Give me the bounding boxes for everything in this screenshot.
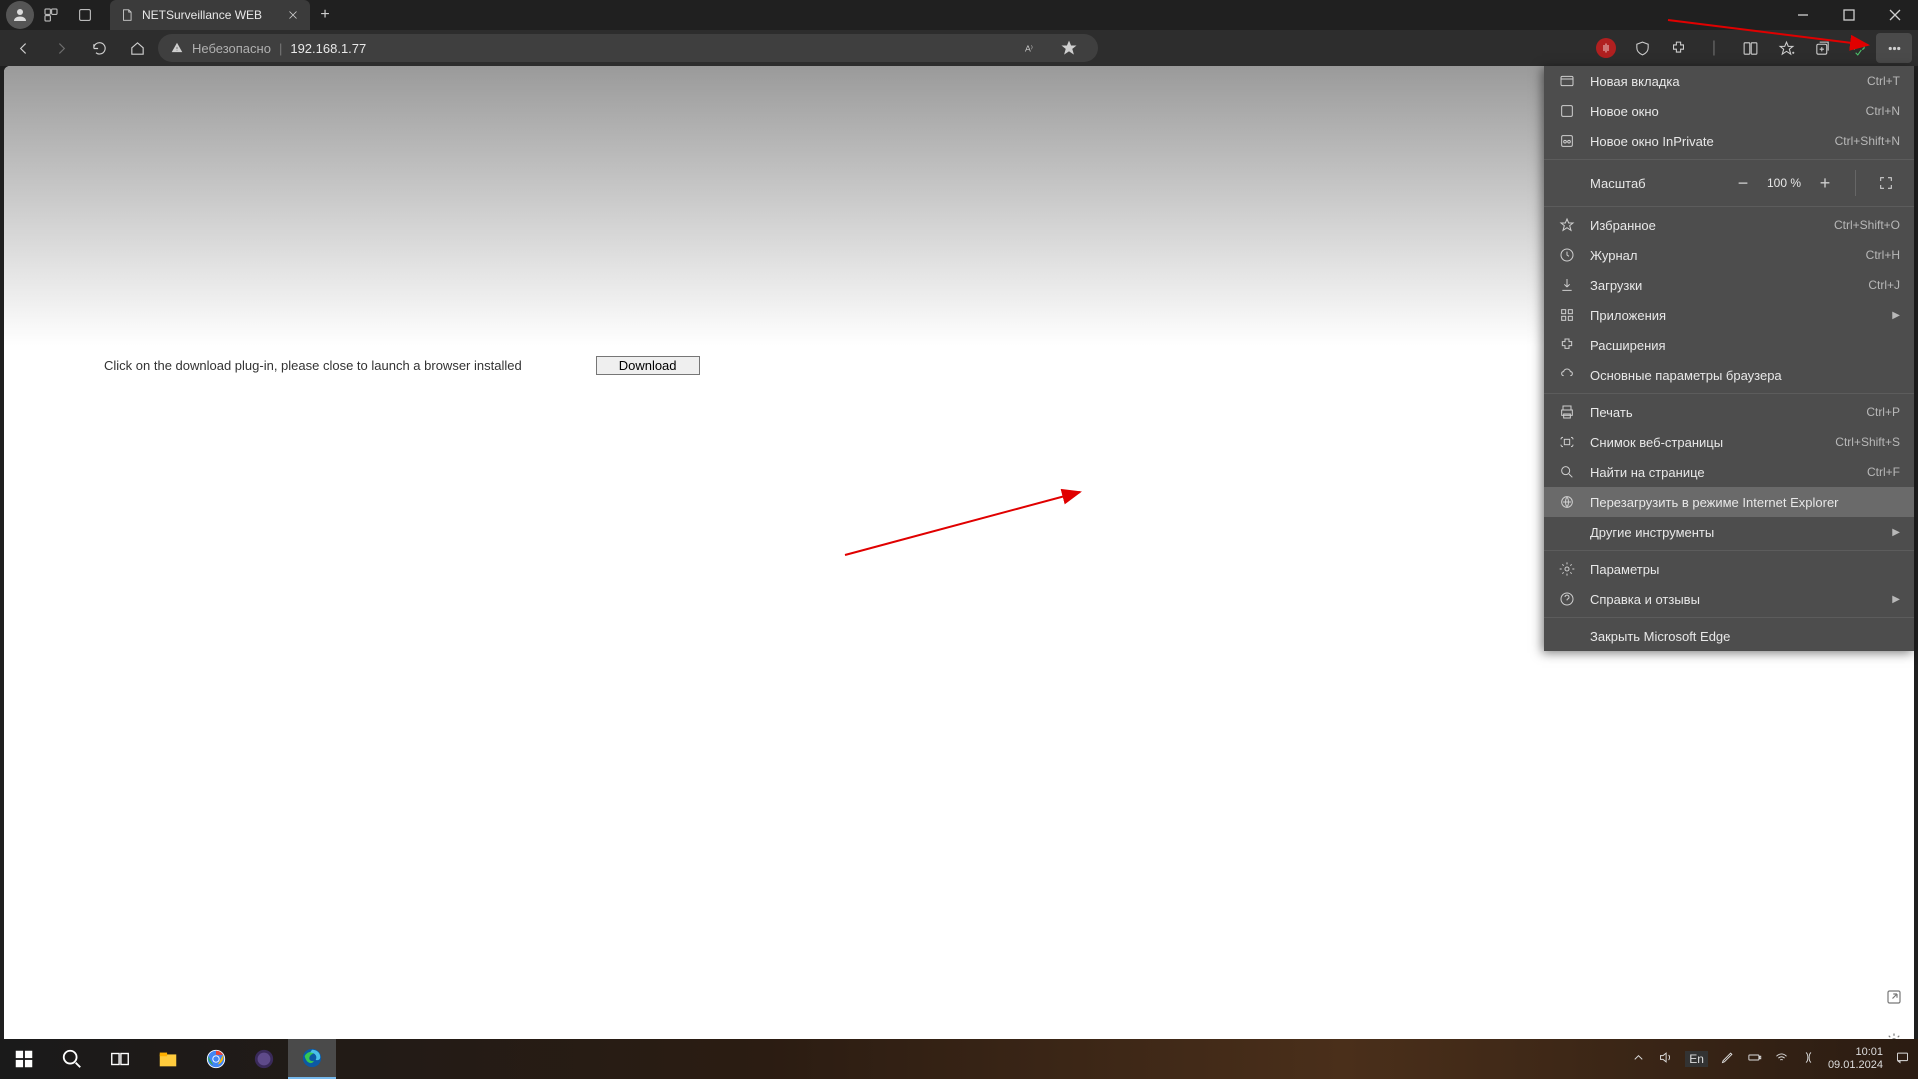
fullscreen-button[interactable]: [1872, 169, 1900, 197]
file-explorer-icon[interactable]: [144, 1039, 192, 1079]
collections-icon[interactable]: [1804, 33, 1840, 63]
windows-taskbar: En 10:01 09.01.2024: [0, 1039, 1918, 1079]
open-external-icon[interactable]: [1882, 985, 1906, 1009]
system-tray: En 10:01 09.01.2024: [1631, 1046, 1918, 1072]
menu-find[interactable]: Найти на странице Ctrl+F: [1544, 457, 1914, 487]
back-button[interactable]: [6, 33, 40, 63]
menu-web-capture[interactable]: Снимок веб-страницы Ctrl+Shift+S: [1544, 427, 1914, 457]
menu-downloads[interactable]: Загрузки Ctrl+J: [1544, 270, 1914, 300]
adblock-icon[interactable]: [1588, 33, 1624, 63]
tab-title: NETSurveillance WEB: [142, 8, 278, 22]
more-menu-button[interactable]: [1876, 33, 1912, 63]
page-icon: [120, 8, 134, 22]
tab-actions-icon[interactable]: [68, 0, 102, 30]
tray-language[interactable]: En: [1685, 1051, 1708, 1067]
menu-new-inprivate[interactable]: Новое окно InPrivate Ctrl+Shift+N: [1544, 126, 1914, 156]
chevron-right-icon: ▶: [1892, 310, 1900, 321]
menu-browser-essentials[interactable]: Основные параметры браузера: [1544, 360, 1914, 390]
tray-battery-icon[interactable]: [1747, 1050, 1762, 1068]
not-secure-icon: [170, 41, 184, 55]
chevron-right-icon: ▶: [1892, 594, 1900, 605]
menu-new-window[interactable]: Новое окно Ctrl+N: [1544, 96, 1914, 126]
browser-menu: Новая вкладка Ctrl+T Новое окно Ctrl+N Н…: [1544, 66, 1914, 651]
menu-history[interactable]: Журнал Ctrl+H: [1544, 240, 1914, 270]
forward-button[interactable]: [44, 33, 78, 63]
address-toolbar: Небезопасно | 192.168.1.77 A⁾ |: [0, 30, 1918, 66]
profile-avatar[interactable]: [6, 1, 34, 29]
read-aloud-icon[interactable]: A⁾: [1014, 33, 1048, 63]
favorite-star-icon[interactable]: [1052, 33, 1086, 63]
search-button[interactable]: [48, 1039, 96, 1079]
menu-reload-ie-mode[interactable]: Перезагрузить в режиме Internet Explorer: [1544, 487, 1914, 517]
address-input[interactable]: Небезопасно | 192.168.1.77 A⁾: [158, 34, 1098, 62]
maximize-button[interactable]: [1826, 0, 1872, 30]
menu-settings[interactable]: Параметры: [1544, 554, 1914, 584]
svg-text:A⁾: A⁾: [1025, 43, 1033, 53]
firefox-icon[interactable]: [240, 1039, 288, 1079]
menu-help[interactable]: Справка и отзывы ▶: [1544, 584, 1914, 614]
edge-icon[interactable]: [288, 1039, 336, 1079]
window-controls: [1780, 0, 1918, 30]
extensions-icon[interactable]: [1660, 33, 1696, 63]
favorites-bar-icon[interactable]: [1768, 33, 1804, 63]
close-window-button[interactable]: [1872, 0, 1918, 30]
menu-zoom: Масштаб − 100 % +: [1544, 163, 1914, 203]
menu-new-tab[interactable]: Новая вкладка Ctrl+T: [1544, 66, 1914, 96]
split-screen-icon[interactable]: [1732, 33, 1768, 63]
chrome-icon[interactable]: [192, 1039, 240, 1079]
menu-favorites[interactable]: Избранное Ctrl+Shift+O: [1544, 210, 1914, 240]
chevron-right-icon: ▶: [1892, 527, 1900, 538]
tracking-shield-icon[interactable]: [1624, 33, 1660, 63]
browser-tab[interactable]: NETSurveillance WEB: [110, 0, 310, 30]
home-button[interactable]: [120, 33, 154, 63]
start-button[interactable]: [0, 1039, 48, 1079]
security-label: Небезопасно: [192, 41, 271, 56]
plugin-instruction-text: Click on the download plug-in, please cl…: [104, 358, 522, 373]
tray-volume-icon[interactable]: [1658, 1050, 1673, 1068]
menu-extensions[interactable]: Расширения: [1544, 330, 1914, 360]
tray-wifi-icon[interactable]: [1774, 1050, 1789, 1068]
zoom-out-button[interactable]: −: [1729, 169, 1757, 197]
tray-connect-icon[interactable]: [1801, 1050, 1816, 1068]
tray-notifications-icon[interactable]: [1895, 1050, 1910, 1068]
close-tab-icon[interactable]: [286, 8, 300, 22]
task-view-button[interactable]: [96, 1039, 144, 1079]
new-tab-button[interactable]: +: [310, 6, 340, 24]
tray-clock[interactable]: 10:01 09.01.2024: [1828, 1046, 1883, 1072]
workspaces-icon[interactable]: [34, 0, 68, 30]
browser-essentials-icon[interactable]: [1840, 33, 1876, 63]
tray-pen-icon[interactable]: [1720, 1050, 1735, 1068]
titlebar: NETSurveillance WEB +: [0, 0, 1918, 30]
zoom-in-button[interactable]: +: [1811, 169, 1839, 197]
menu-print[interactable]: Печать Ctrl+P: [1544, 397, 1914, 427]
menu-close-edge[interactable]: Закрыть Microsoft Edge: [1544, 621, 1914, 651]
minimize-button[interactable]: [1780, 0, 1826, 30]
refresh-button[interactable]: [82, 33, 116, 63]
url-text: 192.168.1.77: [290, 41, 366, 56]
tray-chevron-icon[interactable]: [1631, 1050, 1646, 1068]
menu-more-tools[interactable]: Другие инструменты ▶: [1544, 517, 1914, 547]
zoom-value: 100 %: [1767, 176, 1801, 190]
menu-apps[interactable]: Приложения ▶: [1544, 300, 1914, 330]
download-button[interactable]: Download: [596, 356, 700, 375]
